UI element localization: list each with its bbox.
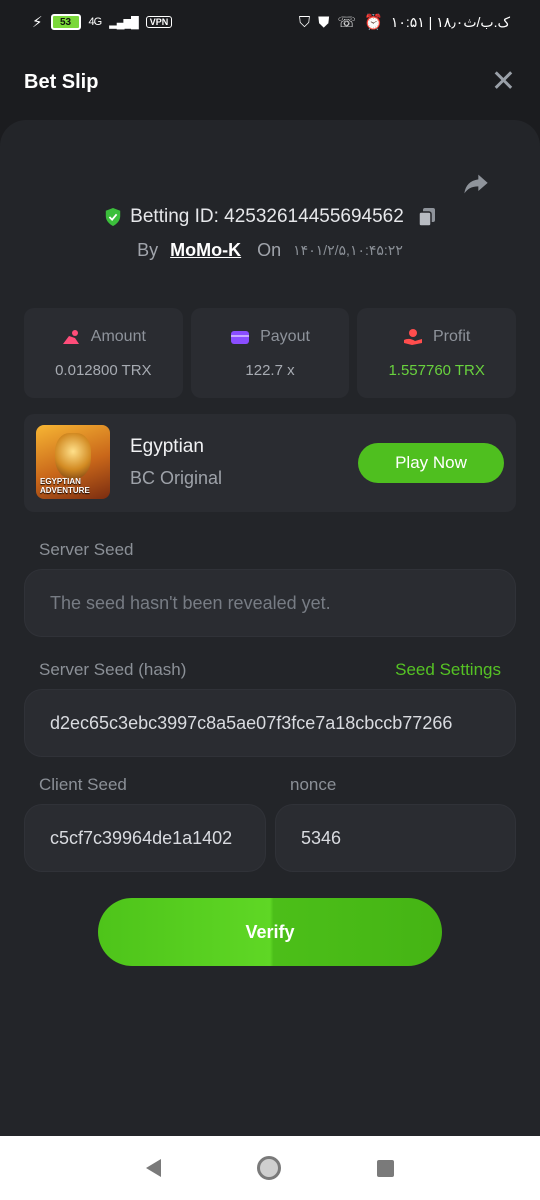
status-right: ⛉ ⛊ ☏ ⏰ ۱۰:۵۱ | ۱۸٫۰ک.ب/ث — [298, 13, 510, 32]
page-title: Bet Slip — [24, 70, 99, 93]
thumbnail-text: EGYPTIAN ADVENTURE — [40, 477, 90, 495]
charging-icon: ⚡ — [32, 14, 43, 31]
client-seed-label: Client Seed — [39, 775, 127, 794]
user-link[interactable]: MoMo-K — [170, 240, 241, 261]
nonce-field[interactable]: 5346 — [275, 804, 516, 872]
stat-label: Amount — [90, 327, 146, 345]
alarm-icon: ⏰ — [364, 14, 383, 31]
copy-icon[interactable] — [418, 207, 436, 227]
stat-value: 0.012800 TRX — [55, 361, 152, 379]
signal-icon: ▂▄▆█ — [109, 16, 138, 29]
verified-shield-icon — [105, 208, 121, 226]
recents-icon[interactable] — [377, 1159, 394, 1177]
money-bag-icon — [62, 329, 79, 344]
call-forward-icon: ☏ — [337, 14, 357, 31]
home-icon[interactable] — [257, 1156, 281, 1180]
network-type: 4G — [88, 16, 103, 28]
on-label: On — [257, 240, 282, 260]
stat-value: 122.7 x — [245, 361, 295, 379]
betting-id-row: Betting ID: 425326144556945​62 — [0, 206, 540, 228]
stat-label: Profit — [433, 327, 471, 345]
pharaoh-icon — [55, 433, 91, 479]
stat-payout: Payout 122.7 x — [190, 308, 350, 398]
by-label: By — [137, 240, 159, 260]
stat-value: 1.557760 TRX — [388, 361, 485, 379]
betting-id: Betting ID: 425326144556945​62 — [130, 206, 404, 227]
client-seed-field[interactable]: c5cf7c39964de1a1402 — [24, 804, 266, 872]
system-nav-bar — [0, 1136, 540, 1200]
shield-bolt-icon: ⛊ — [318, 13, 330, 31]
game-card: EGYPTIAN ADVENTURE Egyptian BC Original … — [24, 414, 516, 512]
nonce-label: nonce — [290, 775, 337, 794]
bet-byline: By MoMo-K On ۱۴۰۱/۲/۵,۱۰:۴۵:۲۲ — [0, 240, 540, 261]
vpn-badge: VPN — [145, 16, 173, 28]
header: Bet Slip ✕ — [0, 44, 540, 120]
verify-button[interactable]: Verify — [98, 898, 442, 966]
game-name: Egyptian — [130, 436, 204, 457]
bet-stats: Amount 0.012800 TRX Payout 122.7 x Profi… — [24, 308, 517, 398]
wallet-icon — [231, 330, 250, 344]
hand-coin-icon — [404, 328, 422, 345]
battery-indicator: 53 — [50, 14, 81, 30]
seed-settings-link[interactable]: Seed Settings — [395, 660, 501, 680]
stat-profit: Profit 1.557760 TRX — [357, 308, 517, 398]
status-left: ⚡ 53 4G ▂▄▆█ VPN — [32, 13, 173, 31]
status-time: ۱۰:۵۱ | ۱۸٫۰ک.ب/ث — [390, 13, 510, 30]
stat-amount: Amount 0.012800 TRX — [24, 308, 183, 398]
server-hash-field[interactable]: d2ec65c3ebc3997c8a5ae07f3fce7a18cbccb772… — [24, 689, 516, 757]
game-thumbnail[interactable]: EGYPTIAN ADVENTURE — [36, 425, 110, 499]
play-now-button[interactable]: Play Now — [358, 443, 504, 483]
bet-slip-card: Betting ID: 425326144556945​62 By MoMo-K… — [0, 120, 540, 1136]
back-icon[interactable] — [146, 1159, 161, 1177]
close-icon[interactable]: ✕ — [491, 67, 516, 97]
status-bar: ⚡ 53 4G ▂▄▆█ VPN ⛉ ⛊ ☏ ⏰ ۱۰:۵۱ | ۱۸٫۰ک.ب… — [0, 0, 540, 44]
game-provider: BC Original — [130, 468, 223, 488]
bet-date: ۱۴۰۱/۲/۵,۱۰:۴۵:۲۲ — [293, 242, 403, 258]
stat-label: Payout — [260, 327, 310, 345]
server-seed-label: Server Seed — [39, 540, 134, 559]
shield-check-icon: ⛉ — [298, 13, 311, 31]
server-seed-field[interactable]: The seed hasn't been revealed yet. — [24, 569, 516, 637]
share-icon[interactable] — [462, 170, 490, 198]
server-hash-label: Server Seed (hash) — [39, 660, 187, 679]
